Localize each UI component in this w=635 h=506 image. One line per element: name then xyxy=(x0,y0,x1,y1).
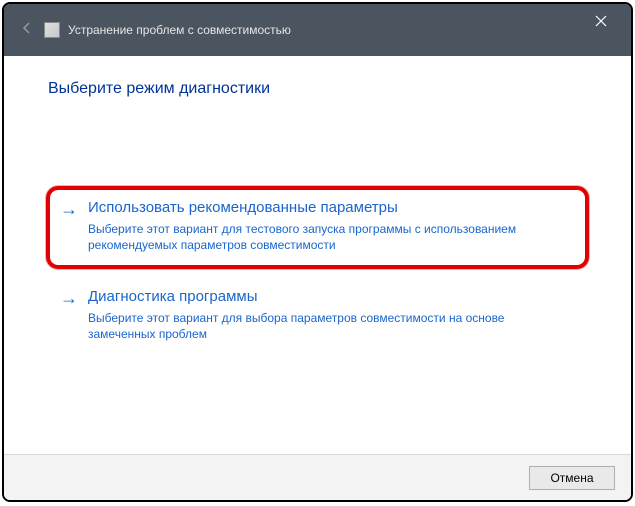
back-icon[interactable] xyxy=(20,21,34,40)
arrow-right-icon: → xyxy=(60,198,78,220)
option-recommended[interactable]: → Использовать рекомендованные параметры… xyxy=(46,186,589,269)
option-description: Выберите этот вариант для тестового запу… xyxy=(88,221,575,253)
window-title: Устранение проблем с совместимостью xyxy=(68,23,579,37)
titlebar: Устранение проблем с совместимостью xyxy=(4,4,631,56)
option-description: Выберите этот вариант для выбора парамет… xyxy=(88,310,575,342)
arrow-right-icon: → xyxy=(60,287,78,309)
app-icon xyxy=(44,22,60,38)
option-body: Диагностика программы Выберите этот вари… xyxy=(88,287,575,342)
cancel-button[interactable]: Отмена xyxy=(529,466,615,490)
option-title: Использовать рекомендованные параметры xyxy=(88,198,575,218)
dialog-window: Устранение проблем с совместимостью Выбе… xyxy=(2,2,633,502)
option-body: Использовать рекомендованные параметры В… xyxy=(88,198,575,253)
page-heading: Выберите режим диагностики xyxy=(48,80,587,98)
option-diagnostics[interactable]: → Диагностика программы Выберите этот ва… xyxy=(48,277,587,356)
footer: Отмена xyxy=(4,454,631,500)
content-area: Выберите режим диагностики → Использоват… xyxy=(4,56,631,454)
close-button[interactable] xyxy=(579,6,623,36)
option-title: Диагностика программы xyxy=(88,287,575,307)
